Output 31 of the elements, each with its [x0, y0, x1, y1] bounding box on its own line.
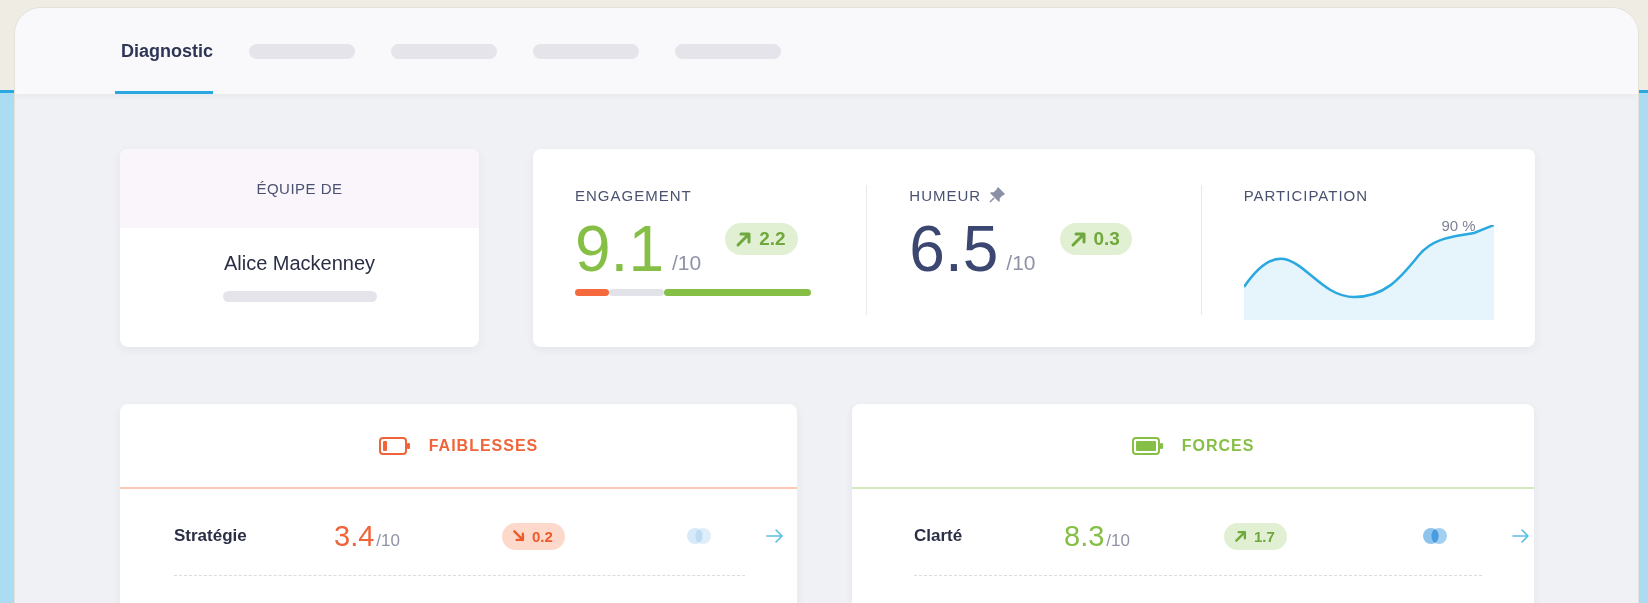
panel-title: FORCES: [1181, 436, 1255, 455]
panel-title: FAIBLESSES: [428, 436, 539, 455]
trend-badge: 0.3: [1059, 223, 1132, 255]
arrow-right-button[interactable]: [766, 528, 784, 544]
metric-label: HUMEUR: [909, 186, 982, 204]
score-value: 3.4: [334, 519, 375, 553]
team-heading: ÉQUIPE DE: [120, 149, 479, 228]
score-value: 8.3: [1064, 519, 1105, 553]
arrow-up-right-icon: [735, 230, 754, 248]
peak-label: 90 %: [1441, 217, 1476, 234]
criterion-name: Clarté: [914, 526, 964, 546]
trend-badge: 0.2: [502, 522, 565, 550]
score-value: 9.1: [575, 217, 664, 281]
trend-badge: 2.2: [725, 223, 798, 255]
arrow-right-button[interactable]: [1512, 528, 1530, 544]
score-scale: /10: [376, 530, 400, 551]
score-scale: /10: [671, 251, 702, 275]
trend-badge: 1.7: [1224, 522, 1287, 550]
score-scale: /10: [1106, 530, 1130, 551]
arrow-up-right-icon: [1069, 230, 1088, 248]
arrow-down-right-icon: [512, 529, 526, 543]
arrow-up-right-icon: [1234, 529, 1248, 543]
tab[interactable]: Diagnostic: [115, 8, 213, 94]
team-name: Alice Mackenney: [222, 252, 377, 275]
metric-label: ENGAGEMENT: [575, 186, 692, 204]
score-scale: /10: [1006, 251, 1036, 275]
criterion-name: Stratégie: [174, 526, 248, 546]
low-battery-icon: [378, 436, 411, 455]
score-value: 6.5: [909, 217, 999, 281]
metric-label: PARTICIPATION: [1243, 186, 1369, 204]
full-battery-icon: [1131, 436, 1164, 455]
